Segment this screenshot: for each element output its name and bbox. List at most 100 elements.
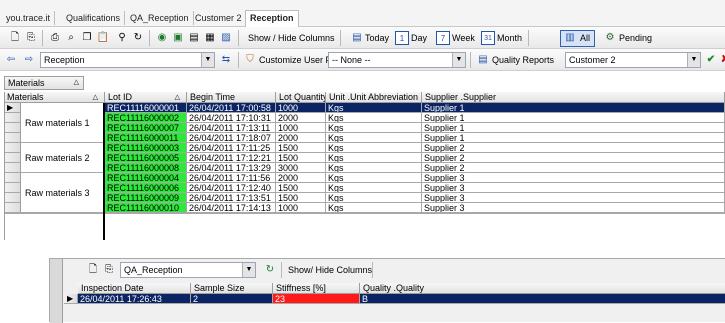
- qa-col-header-quality[interactable]: Quality .Quality: [360, 283, 725, 294]
- group-cell-materials[interactable]: Raw materials 1: [21, 103, 105, 143]
- today-button[interactable]: Today: [365, 33, 389, 43]
- cell-lot-id[interactable]: REC11116000011: [105, 133, 187, 143]
- cell-supplier[interactable]: Supplier 3: [422, 203, 725, 213]
- group-cell-materials[interactable]: Raw materials 2: [21, 143, 105, 173]
- cell-lot-quantity[interactable]: 3000: [276, 163, 326, 173]
- col-header-materials[interactable]: Materials △: [4, 92, 105, 103]
- record-icon[interactable]: ◉: [155, 31, 169, 45]
- col-header-unit[interactable]: Unit .Unit Abbreviation: [326, 92, 422, 103]
- qa-cell-inspection-date[interactable]: 26/04/2011 17:26:43: [78, 294, 191, 304]
- cell-lot-quantity[interactable]: 1500: [276, 183, 326, 193]
- cell-lot-id[interactable]: REC11116000005: [105, 153, 187, 163]
- row-selector[interactable]: ▶: [4, 103, 21, 113]
- qa-cell-stiffness[interactable]: 23: [273, 294, 360, 304]
- report-icon[interactable]: ▤: [476, 53, 490, 67]
- customer-select[interactable]: Customer 2 ▼: [565, 52, 701, 68]
- cell-lot-id[interactable]: REC11116000001: [105, 103, 187, 113]
- row-selector[interactable]: [4, 163, 21, 173]
- cell-supplier[interactable]: Supplier 1: [422, 113, 725, 123]
- swap-icon[interactable]: ⇆: [219, 53, 233, 67]
- new-document-icon[interactable]: 🗋: [8, 31, 22, 45]
- cell-supplier[interactable]: Supplier 1: [422, 123, 725, 133]
- breadcrumb-item-home[interactable]: you.trace.it: [2, 11, 56, 25]
- cell-lot-quantity[interactable]: 1500: [276, 143, 326, 153]
- filter-icon[interactable]: ⛉: [243, 53, 257, 67]
- row-selector[interactable]: [4, 133, 21, 143]
- qa-col-header-inspection-date[interactable]: Inspection Date: [78, 283, 191, 294]
- calendar-month-icon[interactable]: 31: [481, 31, 495, 45]
- cell-unit[interactable]: Kgs: [326, 133, 422, 143]
- cell-lot-id[interactable]: REC11116000008: [105, 163, 187, 173]
- cell-lot-quantity[interactable]: 1000: [276, 123, 326, 133]
- pending-icon[interactable]: ⚙: [603, 31, 617, 45]
- col-header-lot-quantity[interactable]: Lot Quantity: [276, 92, 326, 103]
- calendar-today-icon[interactable]: ▤: [350, 31, 364, 45]
- cell-supplier[interactable]: Supplier 2: [422, 143, 725, 153]
- cell-lot-id[interactable]: REC11116000002: [105, 113, 187, 123]
- qa-row-selector[interactable]: ▶: [64, 294, 78, 304]
- qa-col-header-stiffness[interactable]: Stiffness [%]: [273, 283, 360, 294]
- calendar-day-icon[interactable]: 1: [395, 31, 409, 45]
- close-icon[interactable]: ✘: [718, 53, 725, 67]
- cell-begin-time[interactable]: 26/04/2011 17:13:11: [187, 123, 276, 133]
- copy-icon[interactable]: ❐: [80, 31, 94, 45]
- find-icon[interactable]: ⚲: [115, 31, 129, 45]
- grid-view-icon[interactable]: ▣: [171, 31, 185, 45]
- breadcrumb-item-qualifications[interactable]: Qualifications: [62, 11, 126, 25]
- cell-supplier[interactable]: Supplier 2: [422, 153, 725, 163]
- cell-lot-quantity[interactable]: 1500: [276, 153, 326, 163]
- checkmark-icon[interactable]: ✔: [704, 53, 718, 67]
- cell-begin-time[interactable]: 26/04/2011 17:11:56: [187, 173, 276, 183]
- print-icon[interactable]: ⎙: [48, 31, 62, 45]
- cell-lot-quantity[interactable]: 2000: [276, 133, 326, 143]
- cell-lot-quantity[interactable]: 2000: [276, 113, 326, 123]
- quality-reports-button[interactable]: Quality Reports: [492, 55, 554, 65]
- cell-unit[interactable]: Kgs: [326, 103, 422, 113]
- cell-unit[interactable]: Kgs: [326, 123, 422, 133]
- paste-icon[interactable]: 📋: [96, 31, 110, 45]
- details-icon[interactable]: ▤: [187, 31, 201, 45]
- cell-unit[interactable]: Kgs: [326, 183, 422, 193]
- cell-supplier[interactable]: Supplier 3: [422, 193, 725, 203]
- calendar-week-icon[interactable]: 7: [436, 31, 450, 45]
- view-select[interactable]: Reception ▼: [40, 52, 215, 68]
- cell-unit[interactable]: Kgs: [326, 153, 422, 163]
- show-hide-columns-button[interactable]: Show / Hide Columns: [248, 33, 335, 43]
- cell-begin-time[interactable]: 26/04/2011 17:12:40: [187, 183, 276, 193]
- refresh-icon[interactable]: ↻: [263, 263, 277, 277]
- cell-begin-time[interactable]: 26/04/2011 17:13:29: [187, 163, 276, 173]
- cell-supplier[interactable]: Supplier 1: [422, 133, 725, 143]
- pending-button[interactable]: Pending: [619, 33, 652, 43]
- qa-col-header-sample-size[interactable]: Sample Size: [191, 283, 273, 294]
- panel-collapse-strip[interactable]: [50, 259, 63, 323]
- col-header-begin-time[interactable]: Begin Time: [187, 92, 276, 103]
- cell-unit[interactable]: Kgs: [326, 173, 422, 183]
- chart-icon[interactable]: ▨: [219, 31, 233, 45]
- breadcrumb-item-customer[interactable]: Customer 2: [191, 11, 247, 25]
- qa-show-hide-columns-button[interactable]: Show/ Hide Columns: [288, 265, 372, 275]
- cell-lot-quantity[interactable]: 1000: [276, 203, 326, 213]
- row-selector[interactable]: [4, 123, 21, 133]
- cell-unit[interactable]: Kgs: [326, 203, 422, 213]
- cell-begin-time[interactable]: 26/04/2011 17:18:07: [187, 133, 276, 143]
- refresh-icon[interactable]: ↻: [131, 31, 145, 45]
- print-preview-icon[interactable]: ⌕: [64, 31, 78, 45]
- export-icon[interactable]: ▦: [203, 31, 217, 45]
- cell-supplier[interactable]: Supplier 1: [422, 103, 725, 113]
- qa-cell-sample-size[interactable]: 2: [191, 294, 273, 304]
- row-selector[interactable]: [4, 173, 21, 183]
- cell-begin-time[interactable]: 26/04/2011 17:12:21: [187, 153, 276, 163]
- save-icon[interactable]: ⎘: [24, 31, 38, 45]
- save-icon[interactable]: ⎘: [102, 263, 116, 277]
- cell-supplier[interactable]: Supplier 2: [422, 163, 725, 173]
- group-cell-materials[interactable]: Raw materials 3: [21, 173, 105, 213]
- row-selector[interactable]: [4, 193, 21, 203]
- cell-unit[interactable]: Kgs: [326, 143, 422, 153]
- user-filter-select[interactable]: -- None -- ▼: [328, 52, 466, 68]
- back-arrow-icon[interactable]: ⇦: [4, 53, 18, 67]
- cell-lot-id[interactable]: REC11116000009: [105, 193, 187, 203]
- new-document-icon[interactable]: 🗋: [86, 263, 100, 277]
- col-header-lot-id[interactable]: Lot ID △: [105, 92, 187, 103]
- cell-lot-id[interactable]: REC11116000004: [105, 173, 187, 183]
- cell-begin-time[interactable]: 26/04/2011 17:11:25: [187, 143, 276, 153]
